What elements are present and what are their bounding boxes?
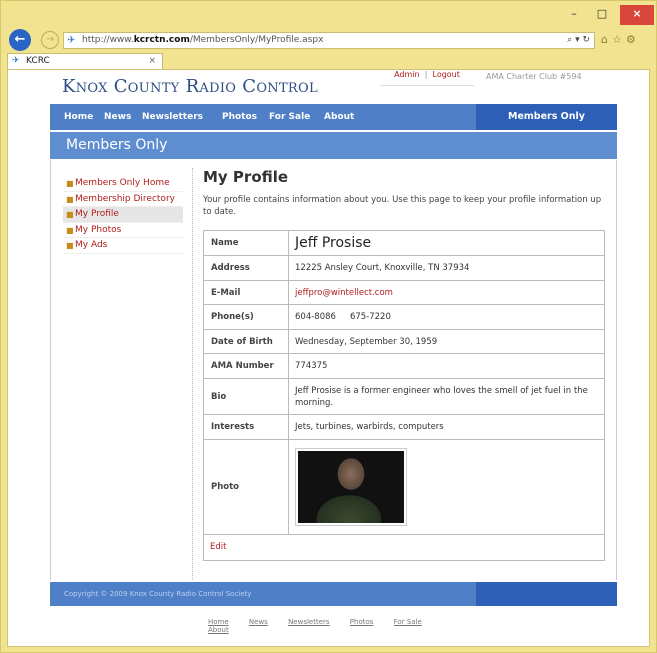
page-title: My Profile	[203, 168, 289, 186]
table-row: Interests Jets, turbines, warbirds, comp…	[203, 414, 605, 440]
table-row: AMA Number 774375	[203, 353, 605, 379]
side-navigation: ■ Members Only Home ■ Membership Directory…	[63, 176, 183, 254]
address-value: 12225 Ansley Court, Knoxville, TN 37934	[288, 255, 605, 281]
bullet-icon: ■	[66, 210, 74, 219]
navigation-bar: ← → ✈ http://www.kcrctn.com/MembersOnly/M…	[1, 29, 656, 51]
footer-links: Home News Newsletters Photos For Sale Ab…	[208, 618, 468, 634]
site-title[interactable]: Knox County Radio Control	[62, 76, 318, 97]
url-domain: kcrctn.com	[133, 35, 190, 45]
copyright-text: Copyright © 2009 Knox County Radio Contr…	[64, 590, 252, 598]
sidebar-item-label: My Photos	[75, 224, 122, 235]
forward-button[interactable]: →	[41, 31, 59, 49]
edit-link[interactable]: Edit	[203, 535, 605, 561]
row-label: Bio	[203, 378, 289, 415]
nav-news[interactable]: News	[104, 104, 131, 130]
page-viewport: Knox County Radio Control Admin | Logout…	[7, 69, 650, 647]
profile-photo	[295, 448, 407, 526]
profile-table: Name Jeff Prosise Address 12225 Ansley C…	[203, 230, 605, 535]
charter-label: AMA Charter Club #594	[486, 72, 582, 81]
row-label: Photo	[203, 439, 289, 535]
minimize-button[interactable]: –	[561, 5, 587, 25]
phone-values: 604-8086 675-7220	[288, 304, 605, 330]
nav-home[interactable]: Home	[64, 104, 93, 130]
nav-for-sale[interactable]: For Sale	[269, 104, 310, 130]
row-label: E-Mail	[203, 280, 289, 305]
footer-bar: Copyright © 2009 Knox County Radio Contr…	[50, 582, 617, 606]
table-row: Photo	[203, 439, 605, 535]
sidebar-item-label: My Ads	[75, 240, 108, 250]
table-row: Address 12225 Ansley Court, Knoxville, T…	[203, 255, 605, 281]
title-bar: – □ ×	[1, 1, 656, 29]
intro-text: Your profile contains information about …	[203, 195, 602, 217]
email-link[interactable]: jeffpro@wintellect.com	[288, 280, 605, 305]
row-label: Address	[203, 255, 289, 281]
table-row: E-Mail jeffpro@wintellect.com	[203, 280, 605, 305]
tab-close-icon[interactable]: ×	[148, 54, 156, 69]
admin-links: Admin | Logout	[380, 70, 474, 86]
bullet-icon: ■	[66, 179, 74, 188]
sidebar-item-label: Members Only Home	[75, 178, 170, 188]
photo-cell	[288, 439, 605, 535]
nav-photos[interactable]: Photos	[222, 104, 257, 130]
table-row: Name Jeff Prosise	[203, 230, 605, 256]
row-label: Phone(s)	[203, 304, 289, 330]
address-bar[interactable]: ✈ http://www.kcrctn.com/MembersOnly/MyPro…	[63, 32, 595, 49]
top-navigation: Home News Newsletters Photos For Sale Ab…	[50, 104, 617, 130]
footer-link-about[interactable]: About	[208, 626, 229, 634]
phone-1: 604-8086	[295, 312, 336, 322]
back-button[interactable]: ←	[9, 29, 31, 51]
nav-members-only[interactable]: Members Only	[476, 104, 617, 130]
tab-title: KCRC	[26, 56, 50, 66]
footer-link-photos[interactable]: Photos	[350, 618, 374, 626]
table-row: Bio Jeff Prosise is a former engineer wh…	[203, 378, 605, 415]
sidebar-item-label: Membership Directory	[75, 193, 175, 204]
footer-link-news[interactable]: News	[249, 618, 268, 626]
sidebar-item-my-ads[interactable]: ■ My Ads	[63, 238, 183, 254]
close-button[interactable]: ×	[620, 5, 654, 25]
sidebar-item-members-home[interactable]: ■ Members Only Home	[63, 176, 183, 192]
bullet-icon: ■	[66, 241, 74, 250]
interests-value: Jets, turbines, warbirds, computers	[288, 414, 605, 440]
bullet-icon: ■	[66, 225, 74, 235]
favicon-icon: ✈	[67, 35, 76, 46]
footer-accent	[476, 582, 617, 606]
content-area: ■ Members Only Home ■ Membership Directory…	[50, 160, 617, 580]
name-value: Jeff Prosise	[288, 230, 605, 256]
profile-main: My Profile Your profile contains informa…	[203, 168, 608, 561]
person-photo-icon	[298, 451, 404, 523]
section-banner: Members Only	[50, 132, 617, 159]
maximize-button[interactable]: □	[589, 5, 615, 25]
row-label: AMA Number	[203, 353, 289, 379]
separator: |	[424, 70, 428, 79]
sidebar-item-my-profile[interactable]: ■ My Profile	[63, 207, 183, 223]
sidebar-item-directory[interactable]: ■ Membership Directory	[63, 192, 183, 207]
row-label: Name	[203, 230, 289, 256]
browser-window: – □ × ← → ✈ http://www.kcrctn.com/Members…	[0, 0, 657, 653]
row-label: Interests	[203, 414, 289, 440]
admin-link[interactable]: Admin	[394, 70, 420, 79]
footer-link-newsletters[interactable]: Newsletters	[288, 618, 330, 626]
footer-link-for-sale[interactable]: For Sale	[394, 618, 422, 626]
column-divider	[192, 168, 193, 580]
url-path: /MembersOnly/MyProfile.aspx	[189, 35, 324, 45]
tab-kcrc[interactable]: ✈ KCRC ×	[7, 53, 163, 69]
nav-newsletters[interactable]: Newsletters	[142, 104, 203, 130]
table-row: Phone(s) 604-8086 675-7220	[203, 304, 605, 330]
dob-value: Wednesday, September 30, 1959	[288, 329, 605, 354]
bullet-icon: ■	[66, 194, 74, 204]
logout-link[interactable]: Logout	[433, 70, 460, 79]
sidebar-item-label: My Profile	[75, 209, 119, 219]
search-refresh-icon[interactable]: ⌕ ▾ ↻	[567, 33, 590, 48]
footer-link-home[interactable]: Home	[208, 618, 229, 626]
url-prefix: http://www.	[82, 35, 134, 45]
sidebar-item-my-photos[interactable]: ■ My Photos	[63, 223, 183, 238]
row-label: Date of Birth	[203, 329, 289, 354]
table-row: Date of Birth Wednesday, September 30, 1…	[203, 329, 605, 354]
ama-value: 774375	[288, 353, 605, 379]
bio-value: Jeff Prosise is a former engineer who lo…	[288, 378, 605, 415]
home-favorites-settings-icon[interactable]: ⌂☆⚙	[601, 33, 653, 49]
tab-favicon-icon: ✈	[12, 56, 20, 66]
phone-2: 675-7220	[349, 312, 391, 322]
nav-about[interactable]: About	[324, 104, 354, 130]
